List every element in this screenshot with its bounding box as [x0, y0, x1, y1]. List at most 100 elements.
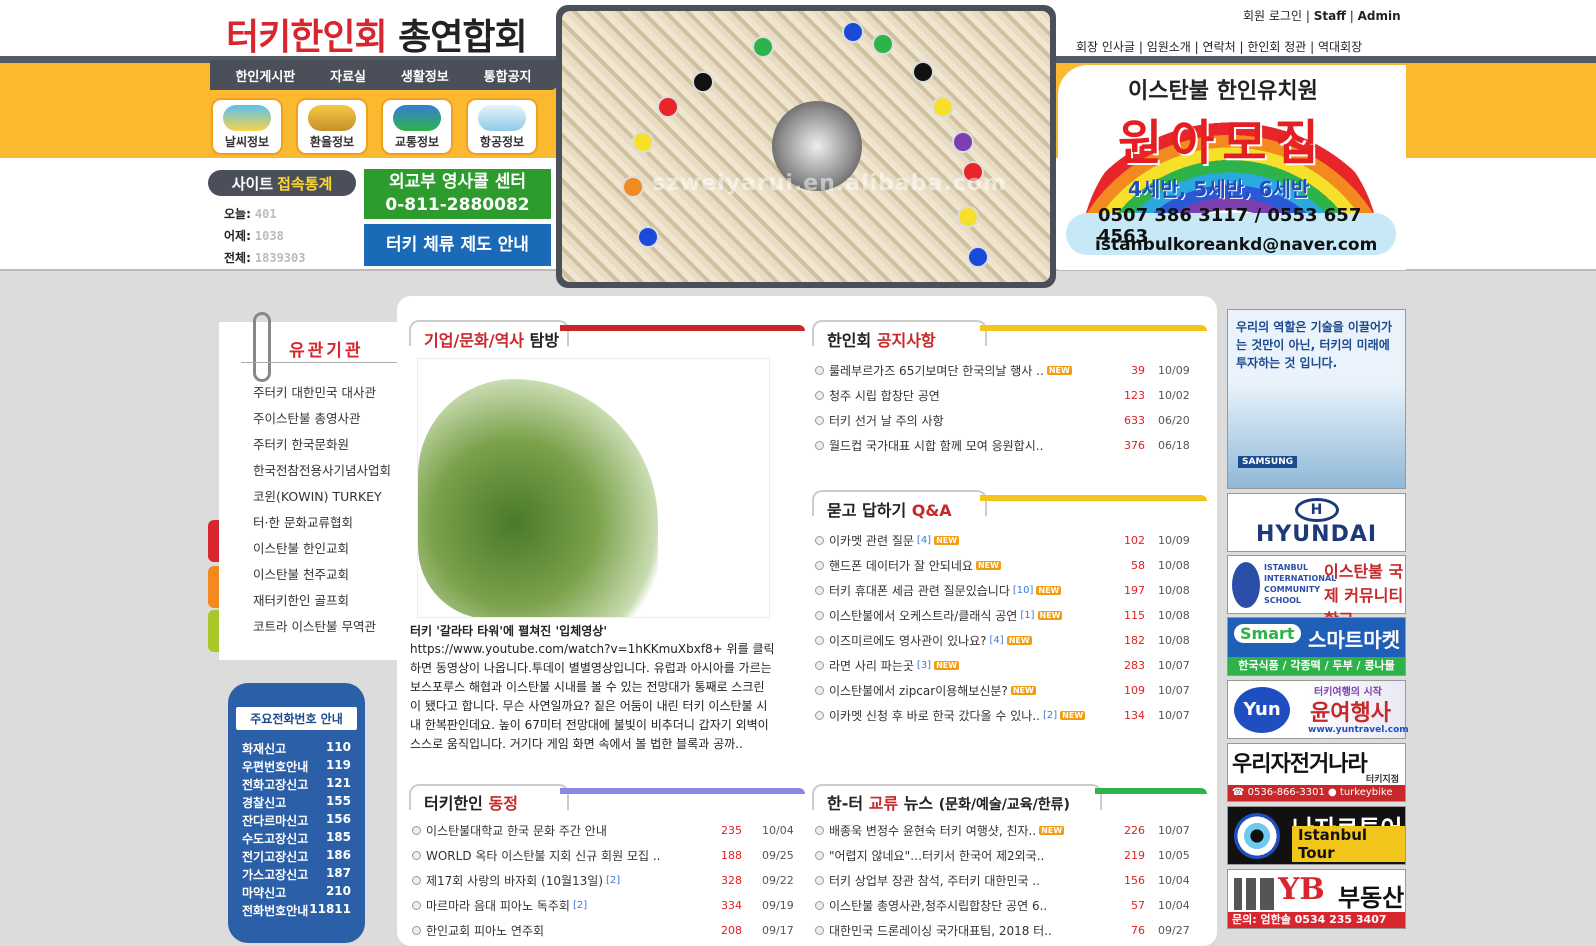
list-item-title[interactable]: 이스탄불대학교 한국 문화 주간 안내 [426, 822, 607, 839]
list-item[interactable]: 월드컵 국가대표 시합 함께 모여 응원합시.. 376 06/18 [815, 433, 1195, 458]
yun-travel-ad[interactable]: Yun 터키여행의 시작 윤여행사 www.yuntravel.com [1227, 680, 1409, 739]
bullet-icon [412, 876, 421, 885]
list-item[interactable]: 마르마라 음대 피아노 독주회 [2] 334 09/19 [412, 893, 797, 918]
menu-item-notice[interactable]: 통합공지 [484, 66, 532, 85]
bullet-icon [815, 586, 824, 595]
list-item-title[interactable]: 이스탄불에서 zipcar이용해보신분? [829, 682, 1008, 699]
list-item[interactable]: 터키 선거 날 주의 사항 633 06/20 [815, 408, 1195, 433]
culture-section-title[interactable]: 기업/문화/역사 탐방 [424, 327, 559, 351]
list-item-title[interactable]: 라면 사리 파는곳 [829, 657, 914, 674]
menu-item-resources[interactable]: 자료실 [330, 66, 366, 85]
list-item-title[interactable]: 청주 시립 합창단 공연 [829, 387, 940, 404]
list-item[interactable]: WORLD 옥타 이스탄불 지회 신규 회원 모집 .. 188 09/25 [412, 843, 797, 868]
community-section-title[interactable]: 터키한인 동정 [424, 790, 518, 814]
nav-greeting[interactable]: 회장 인사글 [1076, 40, 1135, 54]
nav-past-presidents[interactable]: 역대회장 [1318, 40, 1362, 54]
menu-item-living[interactable]: 생활정보 [401, 66, 449, 85]
related-item[interactable]: 한국전참전용사기념사업회 [253, 464, 391, 490]
nazar-tour-ad[interactable]: 나자르투어 Istanbul Tour [1227, 806, 1406, 865]
list-item[interactable]: 이카멧 신청 후 바로 한국 갔다올 수 있나.. [2] NEW 134 10/07 [815, 703, 1195, 728]
staff-link[interactable]: Staff [1314, 9, 1346, 23]
list-item[interactable]: 터키 상업부 장관 참석, 주터키 대한민국 .. 156 10/04 [815, 868, 1195, 893]
residence-info-banner[interactable]: 터키 체류 제도 안내 [364, 224, 551, 266]
bullet-icon [815, 851, 824, 860]
list-item-title[interactable]: 룰레부르가즈 65기보며단 한국의날 행사 .. [829, 362, 1044, 379]
list-item[interactable]: 핸드폰 데이터가 잘 안되네요 NEW 58 10/08 [815, 553, 1195, 578]
view-count: 235 [721, 824, 742, 837]
consul-call-banner[interactable]: 외교부 영사콜 센터 0-811-2880082 [364, 169, 551, 219]
list-item[interactable]: 룰레부르가즈 65기보며단 한국의날 행사 .. NEW 39 10/09 [815, 358, 1195, 383]
related-item[interactable]: 재터키한인 골프회 [253, 594, 391, 620]
list-item-title[interactable]: 터키 상업부 장관 참석, 주터키 대한민국 .. [829, 872, 1040, 889]
list-item-title[interactable]: WORLD 옥타 이스탄불 지회 신규 회원 모집 .. [426, 847, 660, 864]
story-image[interactable] [417, 358, 770, 618]
list-item[interactable]: 이스탄불 총영사관,청주시립합창단 공연 6.. 57 10/04 [815, 893, 1195, 918]
school-ad[interactable]: ISTANBUL INTERNATIONAL COMMUNITY SCHOOL … [1227, 555, 1406, 629]
hyundai-ad[interactable]: H HYUNDAI [1227, 493, 1406, 552]
nav-officers[interactable]: 임원소개 [1147, 40, 1191, 54]
related-item[interactable]: 코트라 이스탄불 무역관 [253, 620, 391, 646]
stat-today: 오늘: 401 [224, 207, 277, 221]
menu-item-board[interactable]: 한인게시판 [235, 66, 295, 85]
list-item-title[interactable]: 대한민국 드론레이싱 국가대표팀, 2018 터.. [829, 922, 1052, 939]
exchange-section-title[interactable]: 한-터 교류 뉴스 (문화/예술/교육/한류) [827, 790, 1070, 814]
related-item[interactable]: 주터키 한국문화원 [253, 438, 391, 464]
bullet-icon [815, 636, 824, 645]
list-item-title[interactable]: 배종욱 변정수 윤현숙 터키 여행샷, 친자.. [829, 822, 1036, 839]
weather-button[interactable]: 날씨정보 [211, 98, 283, 155]
site-logo[interactable]: 터키한인회 총연합회 [226, 8, 528, 60]
bike-ad[interactable]: 우리자전거나라 터키지점 ☎ 0536-866-3301 ● turkeybik… [1227, 743, 1406, 802]
list-item-title[interactable]: 월드컵 국가대표 시합 함께 모여 응원합시.. [829, 437, 1043, 454]
nav-contact[interactable]: 연락처 [1203, 40, 1236, 54]
related-item[interactable]: 코윈(KOWIN) TURKEY [253, 490, 391, 516]
list-item[interactable]: 라면 사리 파는곳 [3] NEW 283 10/07 [815, 653, 1195, 678]
list-item[interactable]: 제17회 사랑의 바자회 (10월13일) [2] 328 09/22 [412, 868, 797, 893]
list-item[interactable]: 청주 시립 합창단 공연 123 10/02 [815, 383, 1195, 408]
exchange-rate-button[interactable]: 환율정보 [296, 98, 368, 155]
list-item-title[interactable]: 제17회 사랑의 바자회 (10월13일) [426, 872, 603, 889]
list-item[interactable]: 터키 휴대폰 세금 관련 질문있습니다 [10] NEW 197 10/08 [815, 578, 1195, 603]
samsung-ad[interactable]: 우리의 역할은 기술을 이끌어가는 것만이 아닌, 터키의 미래에 투자하는 것… [1227, 309, 1406, 489]
related-item[interactable]: 주이스탄불 총영사관 [253, 412, 391, 438]
post-date: 10/08 [1158, 559, 1190, 572]
samsung-logo: SAMSUNG [1238, 456, 1298, 468]
nav-bylaws[interactable]: 한인회 정관 [1247, 40, 1306, 54]
list-item-title[interactable]: 한인교회 피아노 연주회 [426, 922, 544, 939]
list-item[interactable]: 대한민국 드론레이싱 국가대표팀, 2018 터.. 76 09/27 [815, 918, 1195, 943]
view-count: 123 [1124, 389, 1145, 402]
login-link[interactable]: 회원 로그인 [1243, 9, 1302, 23]
flight-button[interactable]: 항공정보 [466, 98, 538, 155]
list-item[interactable]: 배종욱 변정수 윤현숙 터키 여행샷, 친자.. NEW 226 10/07 [815, 818, 1195, 843]
view-count: 633 [1124, 414, 1145, 427]
list-item-title[interactable]: 마르마라 음대 피아노 독주회 [426, 897, 570, 914]
story-title[interactable]: 터키 '갈라타 타워'에 펼쳐진 '입체영상' [410, 622, 607, 639]
hero-image[interactable]: szweiyarui.en.alibaba.com [562, 11, 1050, 282]
list-item-title[interactable]: 핸드폰 데이터가 잘 안되네요 [829, 557, 973, 574]
related-item[interactable]: 이스탄불 한인교회 [253, 542, 391, 568]
yb-realty-ad[interactable]: YB 부동산 문의: 엄한솔 0534 235 3407 [1227, 869, 1406, 929]
related-item[interactable]: 주터키 대한민국 대사관 [253, 386, 391, 412]
list-item[interactable]: 이카멧 관련 질문 [4] NEW 102 10/09 [815, 528, 1195, 553]
admin-link[interactable]: Admin [1358, 9, 1401, 23]
related-item[interactable]: 터·한 문화교류협회 [253, 516, 391, 542]
list-item-title[interactable]: 이즈미르에도 영사관이 있나요? [829, 632, 987, 649]
related-item[interactable]: 이스탄불 천주교회 [253, 568, 391, 594]
list-item[interactable]: 이스탄불대학교 한국 문화 주간 안내 235 10/04 [412, 818, 797, 843]
list-item[interactable]: 한인교회 피아노 연주회 208 09/17 [412, 918, 797, 943]
qna-section-title[interactable]: 묻고 답하기 Q&A [827, 497, 952, 521]
list-item[interactable]: "어렵지 않네요"…터키서 한국어 제2외국.. 219 10/05 [815, 843, 1195, 868]
smart-market-ad[interactable]: Smart 스마트마켓 한국식품 / 각종떡 / 두부 / 콩나물 [1227, 617, 1406, 676]
kindergarten-banner[interactable]: 이스탄불 한인유치원 원아모집 4세반, 5세반, 6세반 0507 386 3… [1058, 65, 1406, 270]
list-item-title[interactable]: 이카멧 관련 질문 [829, 532, 914, 549]
notice-section-title[interactable]: 한인회 공지사항 [827, 327, 936, 351]
list-item-title[interactable]: 이스탄불 총영사관,청주시립합창단 공연 6.. [829, 897, 1047, 914]
list-item-title[interactable]: 이카멧 신청 후 바로 한국 갔다올 수 있나.. [829, 707, 1040, 724]
list-item-title[interactable]: "어렵지 않네요"…터키서 한국어 제2외국.. [829, 847, 1044, 864]
list-item[interactable]: 이즈미르에도 영사관이 있나요? [4] NEW 182 10/08 [815, 628, 1195, 653]
list-item[interactable]: 이스탄불에서 오케스트라/클래식 공연 [1] NEW 115 10/08 [815, 603, 1195, 628]
list-item[interactable]: 이스탄불에서 zipcar이용해보신분? NEW 109 10/07 [815, 678, 1195, 703]
list-item-title[interactable]: 터키 선거 날 주의 사항 [829, 412, 944, 429]
traffic-button[interactable]: 교통정보 [381, 98, 453, 155]
list-item-title[interactable]: 터키 휴대폰 세금 관련 질문있습니다 [829, 582, 1010, 599]
list-item-title[interactable]: 이스탄불에서 오케스트라/클래식 공연 [829, 607, 1017, 624]
